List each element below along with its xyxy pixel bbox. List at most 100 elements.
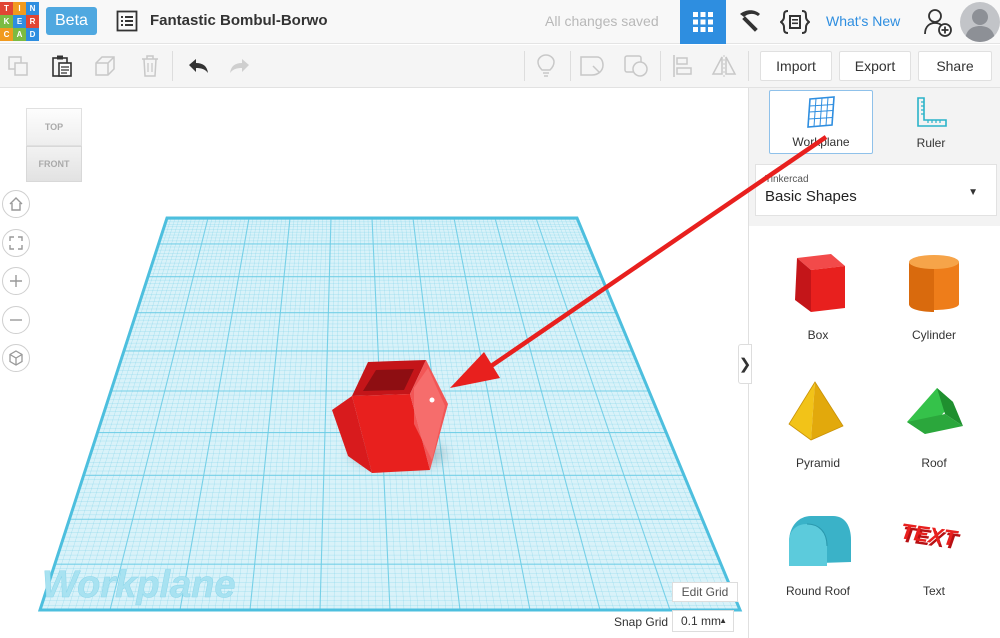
- copy-button[interactable]: [0, 45, 36, 87]
- toolbar-divider: [172, 51, 173, 81]
- 3d-view-button[interactable]: [680, 0, 726, 44]
- whats-new-link[interactable]: What's New: [826, 13, 900, 29]
- redo-icon: [230, 59, 249, 73]
- perspective-button[interactable]: [2, 344, 30, 372]
- toolbar-divider: [748, 51, 749, 81]
- delete-button[interactable]: [132, 45, 168, 87]
- logo-letter: C: [0, 28, 13, 41]
- fit-view-button[interactable]: [2, 229, 30, 257]
- beta-badge: Beta: [46, 7, 97, 35]
- avatar-placeholder-icon: [965, 9, 995, 42]
- cylinder-icon: [909, 255, 959, 312]
- invite-user-button[interactable]: [918, 0, 958, 44]
- trash-icon: [142, 55, 158, 77]
- paste-icon: [52, 55, 72, 77]
- bricks-view-button[interactable]: [727, 0, 773, 44]
- shape-roof[interactable]: Roof: [879, 360, 989, 480]
- shape-pyramid[interactable]: Pyramid: [763, 360, 873, 480]
- shape-box[interactable]: Box: [763, 232, 873, 352]
- shape-library-select[interactable]: Tinkercad Basic Shapes ▼: [755, 164, 997, 216]
- dropdown-caret-icon: ▼: [968, 187, 978, 198]
- import-button[interactable]: Import: [760, 51, 832, 81]
- snap-grid-value: 0.1 mm: [681, 614, 722, 628]
- workplane-canvas[interactable]: Workplane: [0, 88, 748, 638]
- toolbar-divider: [524, 51, 525, 81]
- snap-grid-caret-icon: ▲: [719, 616, 727, 625]
- redo-button[interactable]: [222, 45, 258, 87]
- codeblocks-button[interactable]: [772, 0, 818, 44]
- duplicate-icon: [95, 56, 115, 76]
- add-user-icon: [924, 9, 952, 37]
- text-shape-icon: TEXT TEXT: [899, 518, 961, 554]
- workplane-tool-label: Workplane: [792, 135, 850, 149]
- logo-letter: T: [0, 2, 13, 15]
- align-button[interactable]: [664, 45, 700, 87]
- minus-icon: [10, 319, 22, 321]
- shape-pyramid-label: Pyramid: [795, 456, 840, 470]
- toolbar-divider: [570, 51, 571, 81]
- library-name: Basic Shapes: [765, 188, 857, 205]
- toolbar-divider: [660, 51, 661, 81]
- shape-text-label: Text: [922, 584, 945, 598]
- undo-icon: [189, 59, 208, 73]
- view-cube[interactable]: TOP FRONT: [22, 108, 86, 184]
- export-button[interactable]: Export: [839, 51, 911, 81]
- design-list-icon[interactable]: [116, 10, 138, 32]
- shape-cylinder-label: Cylinder: [911, 328, 956, 342]
- workplane-tool[interactable]: Workplane: [769, 90, 873, 154]
- round-roof-icon: [789, 516, 851, 566]
- share-button[interactable]: Share: [918, 51, 992, 81]
- paste-button[interactable]: [44, 45, 80, 87]
- roof-icon: [907, 388, 963, 434]
- speech-shape-icon: [580, 56, 604, 76]
- view-cube-front[interactable]: FRONT: [26, 146, 82, 182]
- zoom-out-button[interactable]: [2, 306, 30, 334]
- tinkercad-logo[interactable]: TINKERCAD: [0, 2, 40, 42]
- shape-round-roof[interactable]: Round Roof: [763, 488, 873, 608]
- home-icon: [9, 197, 23, 211]
- plus-icon: [10, 275, 22, 287]
- mirror-button[interactable]: [706, 45, 742, 87]
- shapes-grid: Box Cylinder Pyramid Roof Round Roof TEX…: [749, 226, 1000, 638]
- snap-grid-select[interactable]: 0.1 mm ▲: [672, 610, 734, 632]
- collapse-panel-button[interactable]: ❯: [738, 344, 752, 384]
- logo-letter: A: [13, 28, 26, 41]
- copy-icon: [8, 56, 28, 76]
- edit-grid-button[interactable]: Edit Grid: [672, 582, 738, 602]
- mirror-icon: [711, 55, 737, 77]
- zoom-in-button[interactable]: [2, 267, 30, 295]
- 3d-viewport[interactable]: Workplane TOP FRONT Edit Grid Snap Grid …: [0, 88, 748, 638]
- design-title[interactable]: Fantastic Bombul-Borwo: [150, 12, 328, 29]
- view-cube-top[interactable]: TOP: [26, 108, 82, 146]
- cube-perspective-icon: [9, 350, 23, 366]
- logo-letter: R: [26, 15, 39, 28]
- ruler-icon: [917, 97, 947, 127]
- save-status: All changes saved: [545, 13, 659, 29]
- logo-letter: D: [26, 28, 39, 41]
- logo-letter: E: [13, 15, 26, 28]
- box-icon: [795, 254, 845, 312]
- codeblocks-icon: [780, 10, 810, 34]
- notes-button[interactable]: [528, 45, 564, 87]
- shape-box-label: Box: [807, 328, 829, 342]
- lightbulb-icon: [537, 54, 555, 77]
- pyramid-icon: [788, 381, 844, 441]
- duplicate-button[interactable]: [88, 45, 124, 87]
- group-shapes-icon: [624, 55, 648, 77]
- edit-toolbar: Import Export Share: [0, 45, 1000, 88]
- logo-letter: I: [13, 2, 26, 15]
- logo-letter: K: [0, 15, 13, 28]
- solid-hole-button[interactable]: [574, 45, 610, 87]
- ruler-tool[interactable]: Ruler: [879, 90, 983, 154]
- group-button[interactable]: [618, 45, 654, 87]
- workplane-watermark: Workplane: [42, 564, 236, 606]
- workplane-icon: [807, 96, 835, 128]
- fit-view-icon: [9, 236, 23, 250]
- shape-round-roof-label: Round Roof: [785, 584, 851, 598]
- right-panel: Workplane Ruler Tinkercad Basic Shapes ▼…: [748, 88, 1000, 638]
- user-avatar[interactable]: [960, 2, 1000, 42]
- undo-button[interactable]: [180, 45, 216, 87]
- home-view-button[interactable]: [2, 190, 30, 218]
- shape-cylinder[interactable]: Cylinder: [879, 232, 989, 352]
- shape-text[interactable]: TEXT TEXT Text: [879, 488, 989, 608]
